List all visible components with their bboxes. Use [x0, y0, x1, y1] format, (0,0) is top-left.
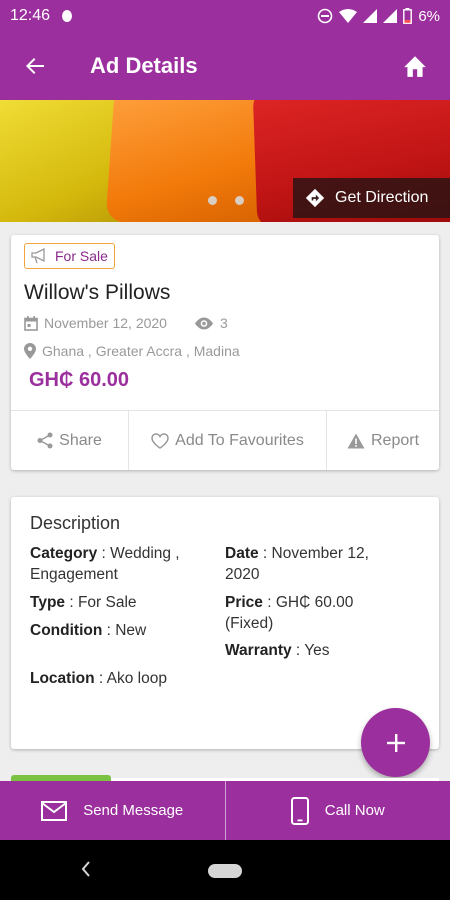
share-icon	[37, 432, 53, 449]
send-message-label: Send Message	[83, 802, 184, 819]
ad-views: 3	[220, 315, 228, 331]
share-button[interactable]: Share	[11, 411, 129, 470]
date-label: Date	[225, 545, 259, 562]
ad-price: GH₵ 60.00	[29, 369, 130, 391]
ad-date: November 12, 2020	[44, 315, 167, 331]
ad-summary-card: For Sale Willow's Pillows November 12, 2…	[11, 235, 439, 470]
price-value-line2: (Fixed)	[225, 615, 274, 632]
description-card: Description Category : Wedding , Engagem…	[11, 497, 439, 749]
back-button[interactable]	[0, 32, 70, 100]
share-label: Share	[59, 431, 102, 449]
chevron-left-icon	[81, 861, 90, 877]
date-value: : November 12,	[258, 545, 369, 562]
home-button[interactable]	[380, 32, 450, 100]
call-now-button[interactable]: Call Now	[226, 781, 450, 840]
wifi-icon	[339, 8, 358, 23]
condition-field: Condition : New	[30, 620, 146, 641]
battery-percent: 6%	[418, 7, 440, 25]
price-value: : GH₵ 60.00	[262, 594, 354, 611]
category-field: Category : Wedding , Engagement	[30, 543, 180, 585]
eye-icon	[195, 317, 213, 329]
favourites-label: Add To Favourites	[175, 431, 304, 449]
report-button[interactable]: Report	[327, 411, 439, 470]
ad-action-bar: Share Add To Favourites Report	[11, 410, 439, 470]
system-back-button[interactable]	[80, 860, 92, 883]
calendar-icon	[24, 315, 38, 331]
system-home-pill[interactable]	[208, 864, 242, 878]
status-time: 12:46	[10, 7, 51, 24]
category-label: Category	[30, 545, 98, 562]
report-label: Report	[370, 431, 420, 449]
add-to-favourites-button[interactable]: Add To Favourites	[129, 411, 327, 470]
ad-location-row: Ghana , Greater Accra , Madina	[24, 343, 240, 359]
plus-icon	[386, 733, 405, 752]
price-field: Price : GH₵ 60.00 (Fixed)	[225, 592, 353, 634]
get-direction-button[interactable]: Get Direction	[293, 178, 450, 218]
type-value: : For Sale	[65, 594, 137, 611]
do-not-disturb-icon	[318, 8, 333, 24]
heart-outline-icon	[151, 432, 169, 449]
category-value-line2: Engagement	[30, 566, 118, 583]
warning-icon	[347, 433, 365, 448]
phone-icon	[290, 796, 309, 825]
mail-icon	[41, 800, 68, 821]
app-bar: Ad Details	[0, 32, 450, 100]
ad-image-carousel[interactable]: Get Direction	[0, 100, 450, 222]
badge-label: For Sale	[55, 248, 108, 264]
condition-value: : New	[102, 622, 147, 639]
ad-date-row: November 12, 2020	[24, 315, 167, 331]
warranty-field: Warranty : Yes	[225, 640, 330, 661]
directions-icon	[305, 188, 325, 208]
date-field: Date : November 12, 2020	[225, 543, 369, 585]
system-nav-bar	[0, 840, 450, 900]
ad-location: Ghana , Greater Accra , Madina	[42, 343, 240, 359]
home-icon	[404, 56, 426, 77]
arrow-back-icon	[26, 58, 44, 74]
signal-icon	[363, 9, 378, 23]
type-label: Type	[30, 594, 66, 611]
battery-low-icon	[403, 8, 413, 24]
call-now-label: Call Now	[324, 802, 385, 819]
warranty-label: Warranty	[225, 642, 292, 659]
notification-drop-icon	[62, 10, 73, 22]
price-label: Price	[225, 594, 263, 611]
status-bar: 12:46 6%	[0, 0, 450, 32]
ad-type-badge: For Sale	[24, 243, 115, 269]
carousel-dot	[208, 196, 217, 205]
category-value: : Wedding ,	[97, 545, 180, 562]
location-pin-icon	[24, 343, 36, 359]
megaphone-icon	[31, 248, 45, 264]
carousel-dot	[235, 196, 244, 205]
add-fab-button[interactable]	[361, 708, 430, 777]
condition-label: Condition	[30, 622, 103, 639]
page-title: Ad Details	[90, 53, 198, 78]
location-label: Location	[30, 670, 95, 687]
type-field: Type : For Sale	[30, 592, 137, 613]
description-title: Description	[30, 513, 121, 533]
warranty-value: : Yes	[291, 642, 330, 659]
location-field: Location : Ako loop	[30, 668, 167, 689]
status-icons: 6%	[317, 8, 440, 25]
carousel-indicator	[208, 196, 244, 205]
get-direction-label: Get Direction	[335, 189, 429, 206]
contact-bar: Send Message Call Now	[0, 781, 450, 840]
signal-icon-2	[383, 9, 398, 23]
ad-title: Willow's Pillows	[24, 281, 171, 304]
send-message-button[interactable]: Send Message	[0, 781, 226, 840]
date-value-line2: 2020	[225, 566, 260, 583]
ad-views-row: 3	[194, 315, 228, 331]
location-value: : Ako loop	[94, 670, 167, 687]
